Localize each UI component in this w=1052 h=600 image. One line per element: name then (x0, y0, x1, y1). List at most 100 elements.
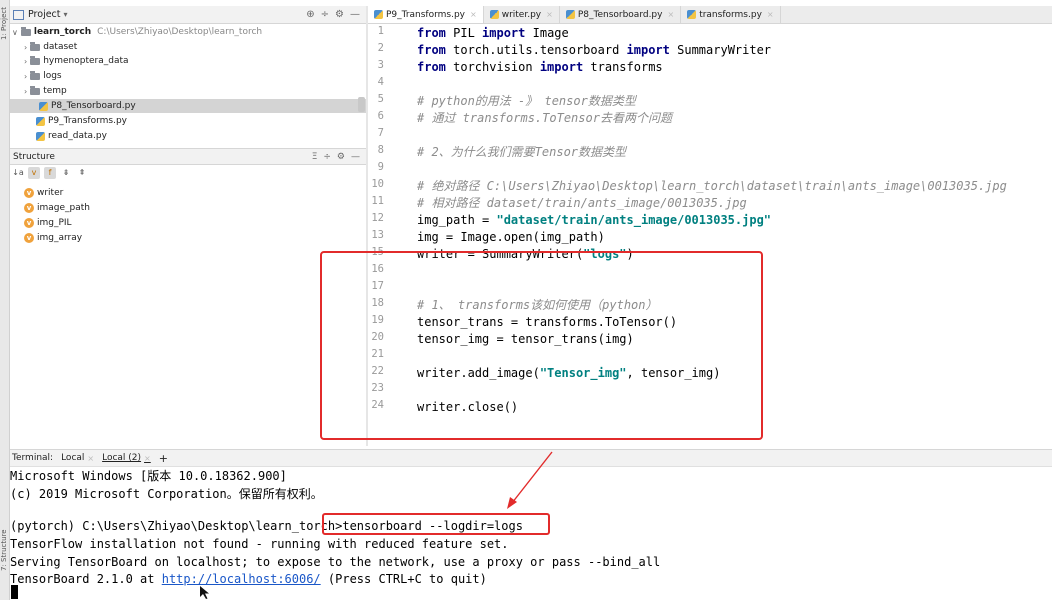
terminal-line: Microsoft Windows [版本 10.0.18362.900] (10, 469, 287, 483)
python-file-icon (565, 10, 575, 19)
add-terminal-button[interactable]: + (159, 452, 168, 465)
code-comment: # 2、为什么我们需要Tensor数据类型 (417, 145, 627, 159)
code-keyword: from (417, 26, 446, 40)
structure-list: v writer v image_path v img_PIL v img_ar… (10, 185, 366, 245)
code-line[interactable]: img_path = "dataset/train/ants_image/001… (417, 212, 771, 229)
close-icon[interactable]: × (546, 10, 553, 19)
minimize-icon[interactable]: — (351, 152, 360, 162)
python-file-icon (489, 10, 499, 19)
tab-p9-transforms[interactable]: P9_Transforms.py × (368, 6, 484, 23)
expand-all-icon[interactable]: Ξ (312, 152, 318, 162)
tree-item-label: logs (43, 71, 62, 81)
code-token: torchvision (445, 60, 540, 74)
tree-item-read-data[interactable]: read_data.py (36, 129, 107, 143)
structure-toolbar: ↓a v f ⇟ ⇞ (10, 164, 368, 182)
close-icon[interactable]: × (144, 454, 151, 463)
collapse-icon[interactable]: ⇞ (76, 167, 88, 179)
close-icon[interactable]: × (667, 10, 674, 19)
terminal-line: TensorFlow installation not found - runn… (10, 537, 509, 551)
show-fields-toggle[interactable]: f (44, 167, 56, 179)
structure-item-img-pil[interactable]: v img_PIL (10, 215, 366, 230)
variable-icon: v (24, 202, 34, 213)
structure-item-image-path[interactable]: v image_path (10, 200, 366, 215)
code-line[interactable]: # 绝对路径 C:\Users\Zhiyao\Desktop\learn_tor… (417, 178, 1007, 195)
line-number: 13 (371, 229, 384, 241)
collapse-icon[interactable]: ÷ (321, 9, 329, 20)
code-keyword: import (626, 43, 670, 57)
tab-p8-tensorboard[interactable]: P8_Tensorboard.py × (560, 6, 682, 23)
minimize-icon[interactable]: — (350, 9, 360, 20)
variable-icon: v (24, 232, 34, 243)
tree-item-label: temp (43, 86, 67, 96)
code-keyword: from (417, 60, 446, 74)
project-tool-tab[interactable]: 1: Project (0, 0, 8, 40)
tab-transforms[interactable]: transforms.py × (681, 6, 781, 23)
gear-icon[interactable]: ⚙ (337, 152, 345, 162)
gear-icon[interactable]: ⚙ (335, 9, 344, 20)
project-panel-title[interactable]: Project (28, 9, 61, 20)
show-variables-toggle[interactable]: v (28, 167, 40, 179)
chevron-right-icon[interactable]: › (24, 72, 27, 81)
tab-label: P9_Transforms.py (386, 9, 466, 20)
structure-item-label: img_PIL (37, 217, 72, 228)
tree-scrollbar[interactable] (358, 97, 365, 112)
tree-item-temp[interactable]: › temp (24, 84, 67, 98)
tab-label: P8_Tensorboard.py (577, 9, 663, 20)
terminal-text: (Press CTRL+C to quit) (320, 572, 487, 586)
editor-tab-bar: P9_Transforms.py × writer.py × P8_Tensor… (368, 6, 1052, 24)
code-line[interactable]: # python的用法 -》 tensor数据类型 (417, 93, 636, 110)
tree-item-label: P9_Transforms.py (48, 116, 128, 126)
tree-item-label: P8_Tensorboard.py (51, 101, 136, 111)
tree-root[interactable]: ∨ learn_torch C:\Users\Zhiyao\Desktop\le… (12, 25, 262, 39)
tensorboard-url-link[interactable]: http://localhost:6006/ (162, 572, 321, 586)
code-line[interactable]: # 2、为什么我们需要Tensor数据类型 (417, 144, 626, 161)
line-number: 7 (377, 127, 384, 139)
structure-item-writer[interactable]: v writer (10, 185, 366, 200)
code-keyword: import (539, 60, 584, 74)
chevron-down-icon[interactable]: ▾ (64, 10, 68, 19)
close-icon[interactable]: × (767, 10, 774, 19)
tree-item-logs[interactable]: › logs (24, 69, 62, 83)
code-comment: # python的用法 -》 tensor数据类型 (417, 94, 636, 108)
code-line[interactable]: img = Image.open(img_path) (417, 229, 605, 246)
code-comment: # 通过 transforms.ToTensor去看两个问题 (417, 111, 672, 125)
code-line[interactable]: # 通过 transforms.ToTensor去看两个问题 (417, 110, 672, 127)
locate-icon[interactable]: ⊕ (306, 9, 314, 20)
collapse-icon[interactable]: ÷ (323, 152, 331, 162)
terminal-tab-label: Local (2) (102, 453, 142, 463)
structure-item-img-array[interactable]: v img_array (10, 230, 366, 245)
structure-item-label: image_path (37, 202, 90, 213)
python-file-icon (36, 116, 45, 126)
terminal-line: Serving TensorBoard on localhost; to exp… (10, 555, 661, 569)
project-panel-header: Project ▾ ⊕ ÷ ⚙ — (10, 6, 366, 24)
tree-item-hymenoptera-data[interactable]: › hymenoptera_data (24, 54, 129, 68)
chevron-right-icon[interactable]: › (24, 57, 27, 66)
line-number: 5 (377, 93, 384, 105)
tab-label: writer.py (501, 9, 542, 20)
tab-writer[interactable]: writer.py × (484, 6, 560, 23)
terminal-cursor (11, 585, 18, 599)
chevron-down-icon[interactable]: ∨ (12, 28, 18, 37)
close-icon[interactable]: × (470, 10, 477, 19)
chevron-right-icon[interactable]: › (24, 43, 27, 52)
terminal-tab-local[interactable]: Local × (61, 453, 94, 463)
code-line[interactable]: from torchvision import transforms (417, 59, 663, 76)
code-line[interactable]: from torch.utils.tensorboard import Summ… (417, 42, 771, 59)
line-number: 11 (371, 195, 384, 207)
code-line[interactable]: from PIL import Image (417, 25, 569, 42)
line-number: 10 (371, 178, 384, 190)
code-line[interactable]: # 相对路径 dataset/train/ants_image/0013035.… (417, 195, 747, 212)
code-comment: # 相对路径 dataset/train/ants_image/0013035.… (417, 196, 747, 210)
chevron-right-icon[interactable]: › (24, 87, 27, 96)
tree-item-p9-transforms[interactable]: P9_Transforms.py (36, 114, 127, 128)
terminal-tab-bar: Terminal: Local × Local (2) × + (10, 449, 1052, 467)
close-icon[interactable]: × (87, 454, 94, 463)
expand-icon[interactable]: ⇟ (60, 167, 72, 179)
terminal-tab-local-2[interactable]: Local (2) × (102, 453, 151, 463)
sort-alpha-button[interactable]: ↓a (12, 167, 24, 179)
tree-item-dataset[interactable]: › dataset (24, 40, 77, 54)
line-number: 12 (371, 212, 384, 224)
folder-icon (30, 41, 41, 51)
tree-item-p8-tensorboard[interactable]: P8_Tensorboard.py (10, 99, 366, 113)
structure-tool-tab[interactable]: 7: Structure (0, 527, 8, 571)
